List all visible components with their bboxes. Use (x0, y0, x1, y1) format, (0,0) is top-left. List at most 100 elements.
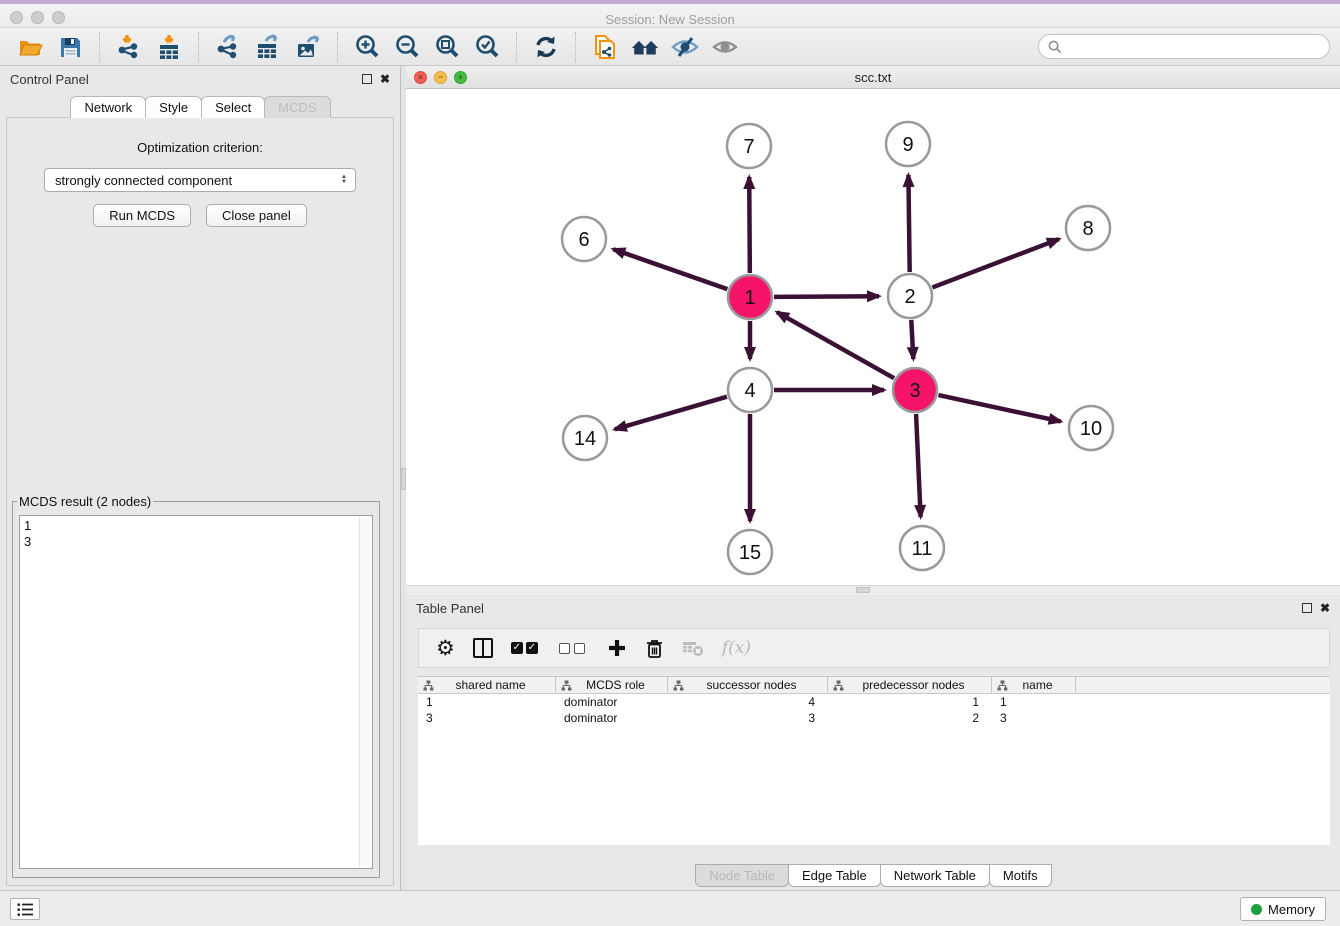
table-row[interactable]: 3dominator323 (418, 710, 1330, 726)
float-table-panel-icon[interactable] (1302, 603, 1312, 613)
network-graph: 7 9 6 8 1 2 4 3 14 10 15 11 (406, 89, 1340, 585)
splitter-grip[interactable] (856, 587, 870, 593)
graph-edge-1-2[interactable] (774, 296, 879, 297)
zoom-selected-icon[interactable] (472, 32, 502, 62)
tab-network-table[interactable]: Network Table (880, 864, 990, 887)
graph-edge-3-1[interactable] (777, 312, 894, 378)
zoom-in-icon[interactable] (352, 32, 382, 62)
tab-node-table[interactable]: Node Table (695, 864, 789, 887)
column-header-predecessor-nodes[interactable]: predecessor nodes (828, 677, 992, 693)
column-header-shared-name[interactable]: shared name (418, 677, 556, 693)
graph-node-15[interactable]: 15 (728, 530, 772, 574)
horizontal-splitter[interactable] (406, 585, 1340, 595)
result-scrollbar[interactable] (359, 517, 371, 867)
table-panel-title: Table Panel (416, 601, 484, 616)
table-cell[interactable]: 1 (418, 694, 556, 710)
graph-node-6[interactable]: 6 (562, 217, 606, 261)
svg-text:6: 6 (578, 229, 589, 251)
table-cell[interactable]: dominator (556, 694, 668, 710)
export-network-icon[interactable] (213, 32, 243, 62)
zoom-fit-icon[interactable] (432, 32, 462, 62)
import-network-icon[interactable] (114, 32, 144, 62)
add-column-icon[interactable] (607, 638, 627, 658)
tab-mcds[interactable]: MCDS (264, 96, 330, 118)
tab-edge-table[interactable]: Edge Table (788, 864, 881, 887)
zoom-out-icon[interactable] (392, 32, 422, 62)
graph-node-9[interactable]: 9 (886, 122, 930, 166)
graph-edge-3-11[interactable] (916, 414, 921, 517)
close-panel-icon[interactable]: ✖ (380, 74, 390, 84)
open-session-icon[interactable] (15, 32, 45, 62)
function-builder-icon: f(x) (722, 638, 751, 658)
graph-edge-1-7[interactable] (749, 177, 750, 273)
column-header-name[interactable]: name (992, 677, 1076, 693)
save-session-icon[interactable] (55, 32, 85, 62)
unselect-all-columns-icon[interactable] (559, 643, 589, 654)
graph-node-2[interactable]: 2 (888, 274, 932, 318)
graph-node-8[interactable]: 8 (1066, 206, 1110, 250)
run-mcds-button[interactable]: Run MCDS (93, 204, 191, 227)
svg-text:10: 10 (1080, 418, 1102, 440)
delete-table-icon (682, 639, 704, 657)
graph-node-1[interactable]: 1 (728, 275, 772, 319)
show-eye-icon[interactable] (710, 32, 740, 62)
tab-motifs[interactable]: Motifs (989, 864, 1052, 887)
table-settings-icon[interactable]: ⚙ (436, 638, 455, 659)
graph-node-7[interactable]: 7 (727, 124, 771, 168)
import-table-icon[interactable] (154, 32, 184, 62)
table-cell[interactable]: 3 (668, 710, 828, 726)
float-panel-icon[interactable] (362, 74, 372, 84)
table-cell[interactable]: 2 (828, 710, 992, 726)
table-header: shared nameMCDS rolesuccessor nodesprede… (418, 676, 1330, 694)
task-history-button[interactable] (10, 898, 40, 920)
network-canvas[interactable]: 7 9 6 8 1 2 4 3 14 10 15 11 (406, 89, 1340, 585)
table-cell[interactable]: 3 (992, 710, 1076, 726)
graph-node-14[interactable]: 14 (563, 416, 607, 460)
graph-edge-2-3[interactable] (911, 320, 913, 359)
graph-node-10[interactable]: 10 (1069, 406, 1113, 450)
tab-network[interactable]: Network (70, 96, 146, 118)
table-cell[interactable]: 4 (668, 694, 828, 710)
tab-style[interactable]: Style (145, 96, 202, 118)
graph-edge-4-14[interactable] (615, 397, 727, 430)
search-field[interactable] (1038, 34, 1330, 59)
table-cell[interactable]: 3 (418, 710, 556, 726)
tab-select[interactable]: Select (201, 96, 265, 118)
table-row[interactable]: 1dominator411 (418, 694, 1330, 710)
mcds-result-area[interactable]: 1 3 (19, 515, 373, 869)
graph-edge-1-6[interactable] (613, 249, 727, 289)
export-image-icon[interactable] (293, 32, 323, 62)
graph-node-4[interactable]: 4 (728, 368, 772, 412)
show-columns-icon[interactable] (473, 638, 493, 658)
criterion-dropdown[interactable]: strongly connected component ▲▼ (44, 168, 356, 192)
table-cell[interactable]: 1 (992, 694, 1076, 710)
graph-node-11[interactable]: 11 (900, 526, 944, 570)
hide-eye-icon[interactable] (670, 32, 700, 62)
column-header-successor-nodes[interactable]: successor nodes (668, 677, 828, 693)
search-input[interactable] (1068, 39, 1320, 54)
control-panel-title: Control Panel (10, 72, 89, 87)
table-cell[interactable]: 1 (828, 694, 992, 710)
select-all-columns-icon[interactable]: ✓✓ (511, 642, 541, 654)
column-header-MCDS-role[interactable]: MCDS role (556, 677, 668, 693)
graph-edge-2-9[interactable] (908, 175, 909, 272)
close-table-panel-icon[interactable]: ✖ (1320, 603, 1330, 613)
mcds-panel: Optimization criterion: strongly connect… (6, 117, 394, 886)
export-table-icon[interactable] (253, 32, 283, 62)
table-cell[interactable]: dominator (556, 710, 668, 726)
svg-text:3: 3 (909, 380, 920, 402)
network-file-icon[interactable] (590, 32, 620, 62)
network-window-title: scc.txt (406, 70, 1340, 85)
graph-node-3[interactable]: 3 (893, 368, 937, 412)
graph-edge-2-8[interactable] (932, 239, 1059, 287)
memory-status-icon (1251, 904, 1262, 915)
home-icon[interactable] (630, 32, 660, 62)
graph-edge-3-10[interactable] (938, 395, 1060, 421)
main-toolbar (0, 28, 1340, 66)
refresh-icon[interactable] (531, 32, 561, 62)
criterion-value: strongly connected component (55, 173, 232, 188)
delete-column-icon[interactable] (645, 638, 664, 659)
close-panel-button[interactable]: Close panel (206, 204, 307, 227)
network-window-titlebar: × − + scc.txt (406, 66, 1340, 89)
memory-button[interactable]: Memory (1240, 897, 1326, 921)
